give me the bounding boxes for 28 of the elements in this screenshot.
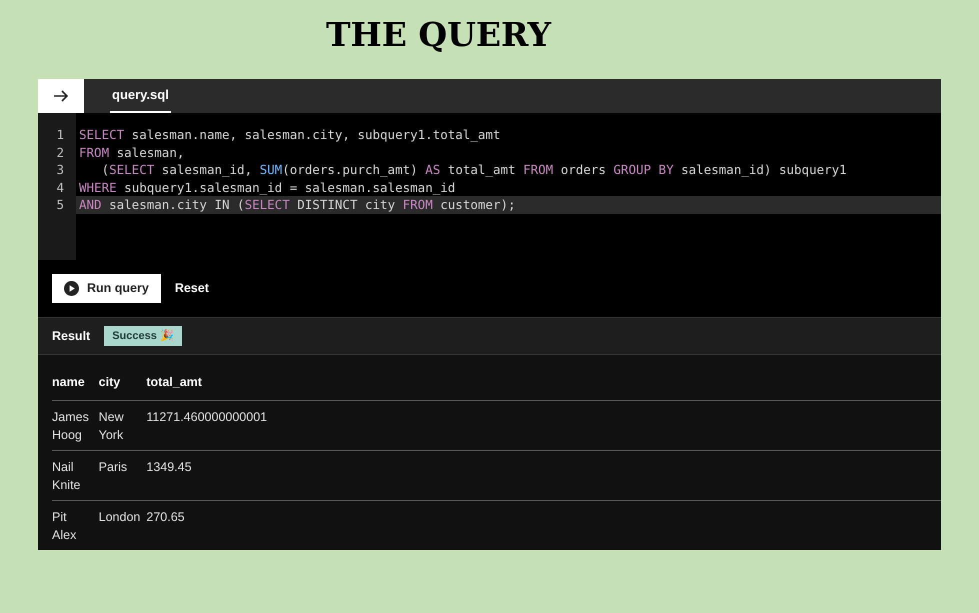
column-header: name (52, 373, 99, 400)
line-number: 2 (55, 144, 65, 161)
arrow-right-icon[interactable] (38, 79, 84, 113)
result-label: Result (52, 328, 90, 345)
status-badge: Success 🎉 (104, 326, 182, 346)
play-icon (64, 281, 79, 296)
table-cell: Pit Alex (52, 500, 99, 550)
table-cell: Paris (98, 450, 146, 500)
code-line: FROM salesman, (78, 144, 186, 161)
table-cell: London (98, 500, 146, 550)
table-cell: James Hoog (52, 400, 99, 450)
column-header: total_amt (146, 373, 941, 400)
table-cell: 11271.460000000001 (146, 400, 941, 450)
line-number: 3 (55, 161, 65, 178)
column-header: city (98, 373, 146, 400)
reset-button[interactable]: Reset (174, 279, 209, 298)
run-query-button[interactable]: Run query (52, 274, 161, 303)
line-number: 5 (55, 196, 65, 214)
code-line: WHERE subquery1.salesman_id = salesman.salesman_id (78, 178, 456, 196)
page-title: THE QUERY (326, 14, 552, 56)
line-number: 4 (55, 178, 65, 196)
table-cell: Nail Knite (52, 450, 99, 500)
table-cell: 1349.45 (146, 450, 941, 500)
table-cell: New York (98, 400, 146, 450)
line-number: 1 (55, 126, 65, 144)
code-line: (SELECT salesman_id, SUM(orders.purch_amt) AS total_amt FROM orders GROUP BY salesman_id) subquery1 (100, 161, 848, 178)
code-line: SELECT salesman.name, salesman.city, subquery1.total_amt (78, 126, 502, 144)
table-cell: 270.65 (146, 500, 941, 550)
